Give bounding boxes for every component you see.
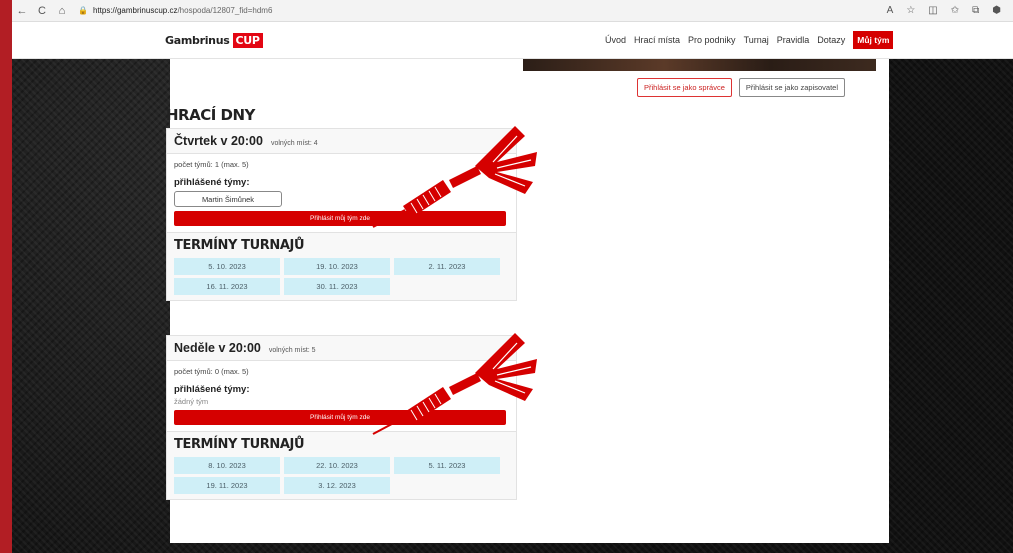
address-bar[interactable]: 🔒 https://gambrinuscup.cz/hospoda/12807_…: [78, 6, 272, 15]
main-navigation: Úvod Hrací místa Pro podniky Turnaj Prav…: [605, 31, 894, 49]
logo-text: Gambrinus: [165, 34, 230, 47]
lock-icon: 🔒: [78, 6, 88, 15]
tournament-dates-title: TERMÍNY TURNAJŮ: [174, 238, 305, 253]
site-header: Gambrinus CUP Úvod Hrací místa Pro podni…: [12, 22, 1013, 59]
admin-login-buttons: Přihlásit se jako správce Přihlásit se j…: [637, 78, 846, 97]
browser-toolbar: ← C ⌂ 🔒 https://gambrinuscup.cz/hospoda/…: [12, 0, 1013, 22]
tournament-date[interactable]: 5. 10. 2023: [174, 258, 280, 275]
free-slots: volných míst: 4: [270, 140, 318, 147]
collections-icon[interactable]: ⧉: [972, 5, 979, 16]
home-icon[interactable]: ⌂: [52, 5, 72, 17]
tournament-dates: TERMÍNY TURNAJŮ 8. 10. 2023 22. 10. 2023…: [167, 432, 516, 499]
tournament-date[interactable]: 5. 11. 2023: [394, 457, 500, 474]
tournament-date[interactable]: 30. 11. 2023: [284, 278, 390, 295]
tournament-date[interactable]: 8. 10. 2023: [174, 457, 280, 474]
url-path: /hospoda/12807_fid=hdm6: [177, 6, 273, 15]
day-name: Čtvrtek v 20:00: [174, 134, 263, 148]
extensions-icon[interactable]: ⬢: [992, 5, 1001, 16]
logo-cup-badge: CUP: [232, 33, 263, 48]
team-item[interactable]: Martin Šimůnek: [174, 191, 282, 207]
favorite-star-icon[interactable]: ☆: [906, 5, 915, 16]
nav-pro-podniky[interactable]: Pro podniky: [688, 35, 736, 45]
split-screen-icon[interactable]: ◫: [928, 5, 937, 16]
tournament-date[interactable]: 19. 10. 2023: [284, 258, 390, 275]
tournament-date[interactable]: 16. 11. 2023: [174, 278, 280, 295]
read-aloud-icon[interactable]: A: [887, 5, 894, 16]
tournament-dates-title: TERMÍNY TURNAJŮ: [174, 437, 305, 452]
back-icon[interactable]: ←: [12, 5, 32, 17]
reload-icon[interactable]: C: [32, 5, 52, 17]
login-admin-button[interactable]: Přihlásit se jako správce: [637, 78, 732, 97]
tournament-date[interactable]: 19. 11. 2023: [174, 477, 280, 494]
tournament-date[interactable]: 22. 10. 2023: [284, 457, 390, 474]
day-name: Neděle v 20:00: [174, 341, 261, 355]
nav-dotazy[interactable]: Dotazy: [817, 35, 845, 45]
tournament-date[interactable]: 3. 12. 2023: [284, 477, 390, 494]
nav-muj-tym[interactable]: Můj tým: [853, 31, 894, 49]
tournament-dates: TERMÍNY TURNAJŮ 5. 10. 2023 19. 10. 2023…: [167, 233, 516, 300]
section-title: HRACÍ DNY: [166, 106, 255, 124]
nav-uvod[interactable]: Úvod: [605, 35, 626, 45]
favorites-icon[interactable]: ✩: [951, 5, 959, 16]
gambrinus-cup-logo[interactable]: Gambrinus CUP: [165, 33, 263, 48]
venue-photo: [523, 59, 876, 71]
free-slots: volných míst: 5: [268, 347, 316, 354]
nav-hraci-mista[interactable]: Hrací místa: [634, 35, 680, 45]
dart-pointer-icon: [372, 333, 537, 435]
tournament-date[interactable]: 2. 11. 2023: [394, 258, 500, 275]
nav-turnaj[interactable]: Turnaj: [744, 35, 769, 45]
login-scorer-button[interactable]: Přihlásit se jako zapisovatel: [738, 78, 846, 97]
dart-pointer-icon: [372, 126, 537, 228]
url-host: https://gambrinuscup.cz: [92, 6, 178, 15]
nav-pravidla[interactable]: Pravidla: [777, 35, 810, 45]
